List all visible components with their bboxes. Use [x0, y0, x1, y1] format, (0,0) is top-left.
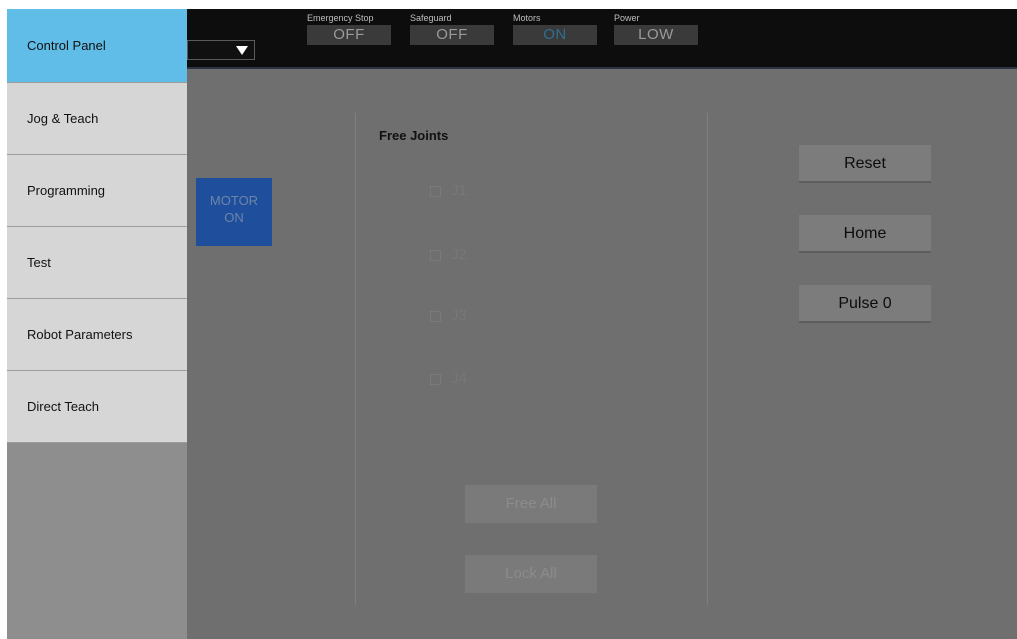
free-all-button[interactable]: Free All — [465, 485, 597, 523]
motor-button-line1: MOTOR — [209, 193, 259, 208]
status-value: LOW — [614, 25, 698, 45]
status-value: ON — [513, 25, 597, 45]
checkbox-icon — [430, 249, 441, 261]
joint-checkbox-j2[interactable]: J2 — [430, 246, 467, 263]
joint-checkbox-j4[interactable]: J4 — [430, 370, 467, 387]
sidebar-item-label: Jog & Teach — [27, 111, 99, 126]
sidebar-item-robot-parameters[interactable]: Robot Parameters — [7, 299, 187, 371]
status-label: Power — [614, 13, 640, 23]
emergency-stop-status: Emergency Stop OFF — [307, 13, 391, 45]
navigation-sidebar: Control Panel Jog & Teach Programming Te… — [7, 9, 187, 639]
motor-button-line2: ON — [224, 210, 244, 225]
status-label: Emergency Stop — [307, 13, 374, 23]
status-value: OFF — [307, 25, 391, 45]
robot-select-dropdown[interactable] — [187, 40, 255, 60]
lock-all-button[interactable]: Lock All — [465, 555, 597, 593]
motors-status: Motors ON — [513, 13, 597, 45]
sidebar-item-direct-teach[interactable]: Direct Teach — [7, 371, 187, 443]
joint-label: J1 — [451, 182, 467, 199]
joint-label: J2 — [451, 246, 467, 263]
robot-control-app: Emergency Stop OFF Safeguard OFF Motors … — [7, 9, 1017, 639]
divider — [355, 113, 356, 605]
status-label: Motors — [513, 13, 541, 23]
checkbox-icon — [430, 310, 441, 322]
sidebar-item-programming[interactable]: Programming — [7, 155, 187, 227]
sidebar-item-control-panel[interactable]: Control Panel — [7, 9, 187, 83]
joint-checkbox-j1[interactable]: J1 — [430, 182, 467, 199]
power-status: Power LOW — [614, 13, 698, 45]
sidebar-item-label: Test — [27, 255, 51, 270]
motor-on-button[interactable]: MOTOR ON — [196, 178, 272, 246]
status-label: Safeguard — [410, 13, 452, 23]
sidebar-item-label: Direct Teach — [27, 399, 100, 414]
sidebar-item-label: Control Panel — [27, 38, 106, 53]
sidebar-item-test[interactable]: Test — [7, 227, 187, 299]
sidebar-item-jog-teach[interactable]: Jog & Teach — [7, 83, 187, 155]
joint-label: J4 — [451, 370, 467, 387]
divider — [707, 113, 708, 605]
checkbox-icon — [430, 373, 441, 385]
free-joints-title: Free Joints — [379, 128, 449, 143]
joint-label: J3 — [451, 307, 467, 324]
chevron-down-icon — [236, 46, 248, 55]
status-value: OFF — [410, 25, 494, 45]
home-button[interactable]: Home — [799, 215, 931, 253]
sidebar-item-label: Robot Parameters — [27, 327, 133, 342]
reset-button[interactable]: Reset — [799, 145, 931, 183]
pulse-zero-button[interactable]: Pulse 0 — [799, 285, 931, 323]
sidebar-item-label: Programming — [27, 183, 106, 198]
safeguard-status: Safeguard OFF — [410, 13, 494, 45]
joint-checkbox-j3[interactable]: J3 — [430, 307, 467, 324]
checkbox-icon — [430, 185, 441, 197]
